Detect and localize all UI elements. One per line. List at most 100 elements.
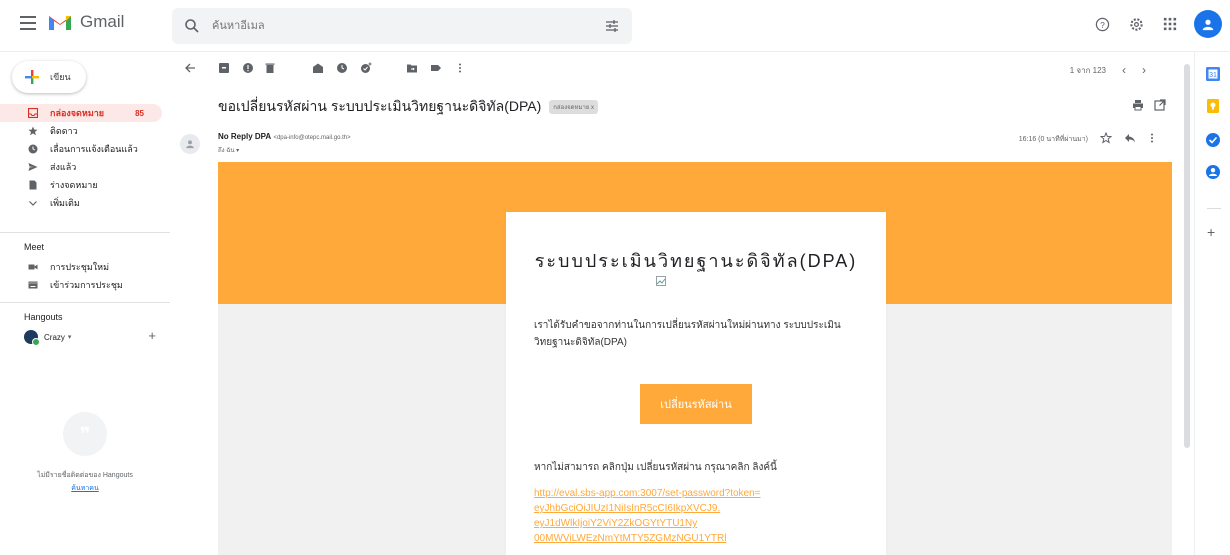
sidebar-item-inbox[interactable]: กล่องจดหมาย 85 (0, 104, 162, 122)
svg-text:?: ? (1100, 19, 1105, 29)
app-name: Gmail (80, 12, 125, 31)
message-more-icon[interactable] (1146, 132, 1158, 144)
sidebar-item-sent[interactable]: ส่งแล้ว (0, 158, 170, 176)
back-arrow-icon[interactable] (184, 62, 196, 74)
keyboard-icon (28, 281, 38, 289)
sidebar-item-label: ร่างจดหมาย (50, 180, 98, 190)
older-chevron-icon[interactable]: ‹ (1122, 63, 1126, 77)
mail-nav: กล่องจดหมาย 85 ติดดาว เลื่อนการแจ้งเตือน… (0, 104, 170, 212)
sender-line: No Reply DPA <dpa-info@otepc.mail.go.th> (218, 132, 351, 141)
compose-button[interactable]: เขียน (12, 61, 86, 93)
sidebar-item-snoozed[interactable]: เลื่อนการแจ้งเตือนแล้ว (0, 140, 170, 158)
message-toolbar: 1 จาก 123 ‹ › (170, 52, 1180, 84)
report-spam-icon[interactable] (242, 62, 254, 74)
move-to-folder-icon[interactable] (406, 62, 418, 74)
sidebar-item-drafts[interactable]: ร่างจดหมาย (0, 176, 170, 194)
sidebar-item-label: กล่องจดหมาย (50, 108, 105, 118)
meet-section-title: Meet (24, 242, 45, 252)
pagination-range: 1 จาก 123 (1069, 65, 1106, 75)
more-vertical-icon[interactable] (454, 62, 466, 74)
sidebar-item-label: เพิ่มเติม (50, 198, 80, 208)
sidebar-item-label: เลื่อนการแจ้งเตือนแล้ว (50, 144, 138, 154)
reply-icon[interactable] (1124, 132, 1136, 144)
header-actions: ? (1092, 10, 1222, 38)
sender-avatar[interactable] (180, 134, 200, 154)
top-bar: Gmail ? (0, 0, 1230, 52)
change-password-button[interactable]: เปลี่ยนรหัสผ่าน (640, 384, 752, 424)
open-in-new-window-icon[interactable] (1154, 99, 1166, 111)
subject-row: ขอเปลี่ยนรหัสผ่าน ระบบประเมินวิทยฐานะดิจ… (218, 96, 599, 118)
search-icon[interactable] (184, 18, 200, 34)
message-view: 1 จาก 123 ‹ › ขอเปลี่ยนรหัสผ่าน ระบบประเ… (170, 52, 1190, 555)
email-fallback-text: หากไม่สามารถ คลิกปุ่ม เปลี่ยนรหัสผ่าน กร… (534, 462, 777, 473)
sidebar-item-starred[interactable]: ติดดาว (0, 122, 170, 140)
side-panel: 31 + (1194, 52, 1230, 555)
archive-icon[interactable] (218, 62, 230, 74)
hangouts-avatar (24, 330, 40, 346)
account-avatar[interactable] (1194, 10, 1222, 38)
find-people-link[interactable]: ค้นหาคน (0, 483, 170, 494)
keep-icon[interactable] (1205, 98, 1221, 114)
label-icon[interactable] (430, 62, 442, 74)
video-camera-icon (28, 264, 38, 270)
star-outline-icon[interactable] (1100, 132, 1112, 144)
email-intro-text: เราได้รับคำขอจากท่านในการเปลี่ยนรหัสผ่าน… (534, 320, 841, 348)
contacts-icon[interactable] (1205, 164, 1221, 180)
hangouts-empty-text: ไม่มีรายชื่อติดต่อของ Hangouts (37, 472, 133, 479)
user-silhouette-icon (1202, 19, 1214, 31)
email-content-card: ระบบประเมินวิทยฐานะดิจิทัล(DPA) เราได้รั… (506, 212, 886, 555)
left-sidebar: เขียน กล่องจดหมาย 85 ติดดาว เลื่อนการแจ้… (0, 52, 170, 555)
recipient-details[interactable]: ถึง ฉัน ▾ (218, 145, 239, 155)
sender-name[interactable]: No Reply DPA (218, 132, 271, 141)
svg-text:31: 31 (1209, 72, 1217, 79)
inbox-unread-count: 85 (135, 108, 144, 118)
inbox-icon (28, 108, 38, 118)
snooze-clock-icon[interactable] (336, 62, 348, 74)
draft-icon (29, 180, 37, 190)
add-task-icon[interactable] (360, 62, 372, 74)
hangouts-section-title: Hangouts (24, 312, 63, 322)
compose-plus-icon (25, 70, 39, 84)
search-input[interactable] (212, 17, 572, 35)
hangouts-user[interactable]: Crazy ▾ + (24, 328, 156, 346)
settings-gear-icon[interactable] (1126, 14, 1146, 34)
chevron-down-icon[interactable]: ▾ (68, 333, 72, 341)
get-addons-plus-icon[interactable]: + (1207, 224, 1215, 240)
meet-item-label: เข้าร่วมการประชุม (50, 280, 123, 290)
gmail-m-icon (49, 16, 71, 30)
search-bar[interactable] (172, 8, 632, 44)
mark-unread-icon[interactable] (312, 62, 324, 74)
apps-grid-icon[interactable] (1160, 14, 1180, 34)
print-icon[interactable] (1132, 99, 1144, 111)
newer-chevron-icon[interactable]: › (1142, 63, 1146, 77)
calendar-icon[interactable]: 31 (1205, 66, 1221, 82)
quote-bubble-icon: ❞ (63, 412, 107, 456)
meet-join-meeting[interactable]: เข้าร่วมการประชุม (0, 276, 170, 294)
person-icon (186, 140, 194, 149)
scroll-thumb[interactable] (1184, 64, 1190, 448)
add-contact-icon[interactable]: + (148, 328, 156, 343)
help-icon[interactable]: ? (1092, 14, 1112, 34)
send-icon (28, 163, 38, 171)
main-menu-icon[interactable] (20, 16, 36, 30)
meet-item-label: การประชุมใหม่ (50, 262, 110, 272)
sidebar-item-more[interactable]: เพิ่มเติม (0, 194, 170, 212)
inbox-label-chip[interactable]: กล่องจดหมาย x (549, 100, 599, 114)
search-options-icon[interactable] (604, 18, 620, 34)
star-icon (28, 126, 38, 136)
broken-image-icon (656, 276, 666, 286)
meet-new-meeting[interactable]: การประชุมใหม่ (0, 258, 170, 276)
sidebar-divider (0, 232, 170, 233)
message-time: 16:16 (0 นาทีที่ผ่านมา) (1018, 136, 1088, 143)
reset-password-link[interactable]: http://eval.sbs-app.com:3007/set-passwor… (534, 486, 864, 546)
gmail-logo[interactable]: Gmail (48, 12, 124, 32)
hangouts-empty-state: ❞ ไม่มีรายชื่อติดต่อของ Hangouts ค้นหาคน (0, 412, 170, 494)
message-subject: ขอเปลี่ยนรหัสผ่าน ระบบประเมินวิทยฐานะดิจ… (218, 98, 542, 114)
delete-icon[interactable] (264, 62, 276, 74)
tasks-icon[interactable] (1205, 132, 1221, 148)
sidebar-item-label: ส่งแล้ว (50, 162, 77, 172)
side-panel-divider (1207, 208, 1221, 209)
message-scrollbar[interactable] (1182, 60, 1192, 555)
sidebar-item-label: ติดดาว (50, 126, 78, 136)
sender-email: <dpa-info@otepc.mail.go.th> (273, 135, 351, 141)
